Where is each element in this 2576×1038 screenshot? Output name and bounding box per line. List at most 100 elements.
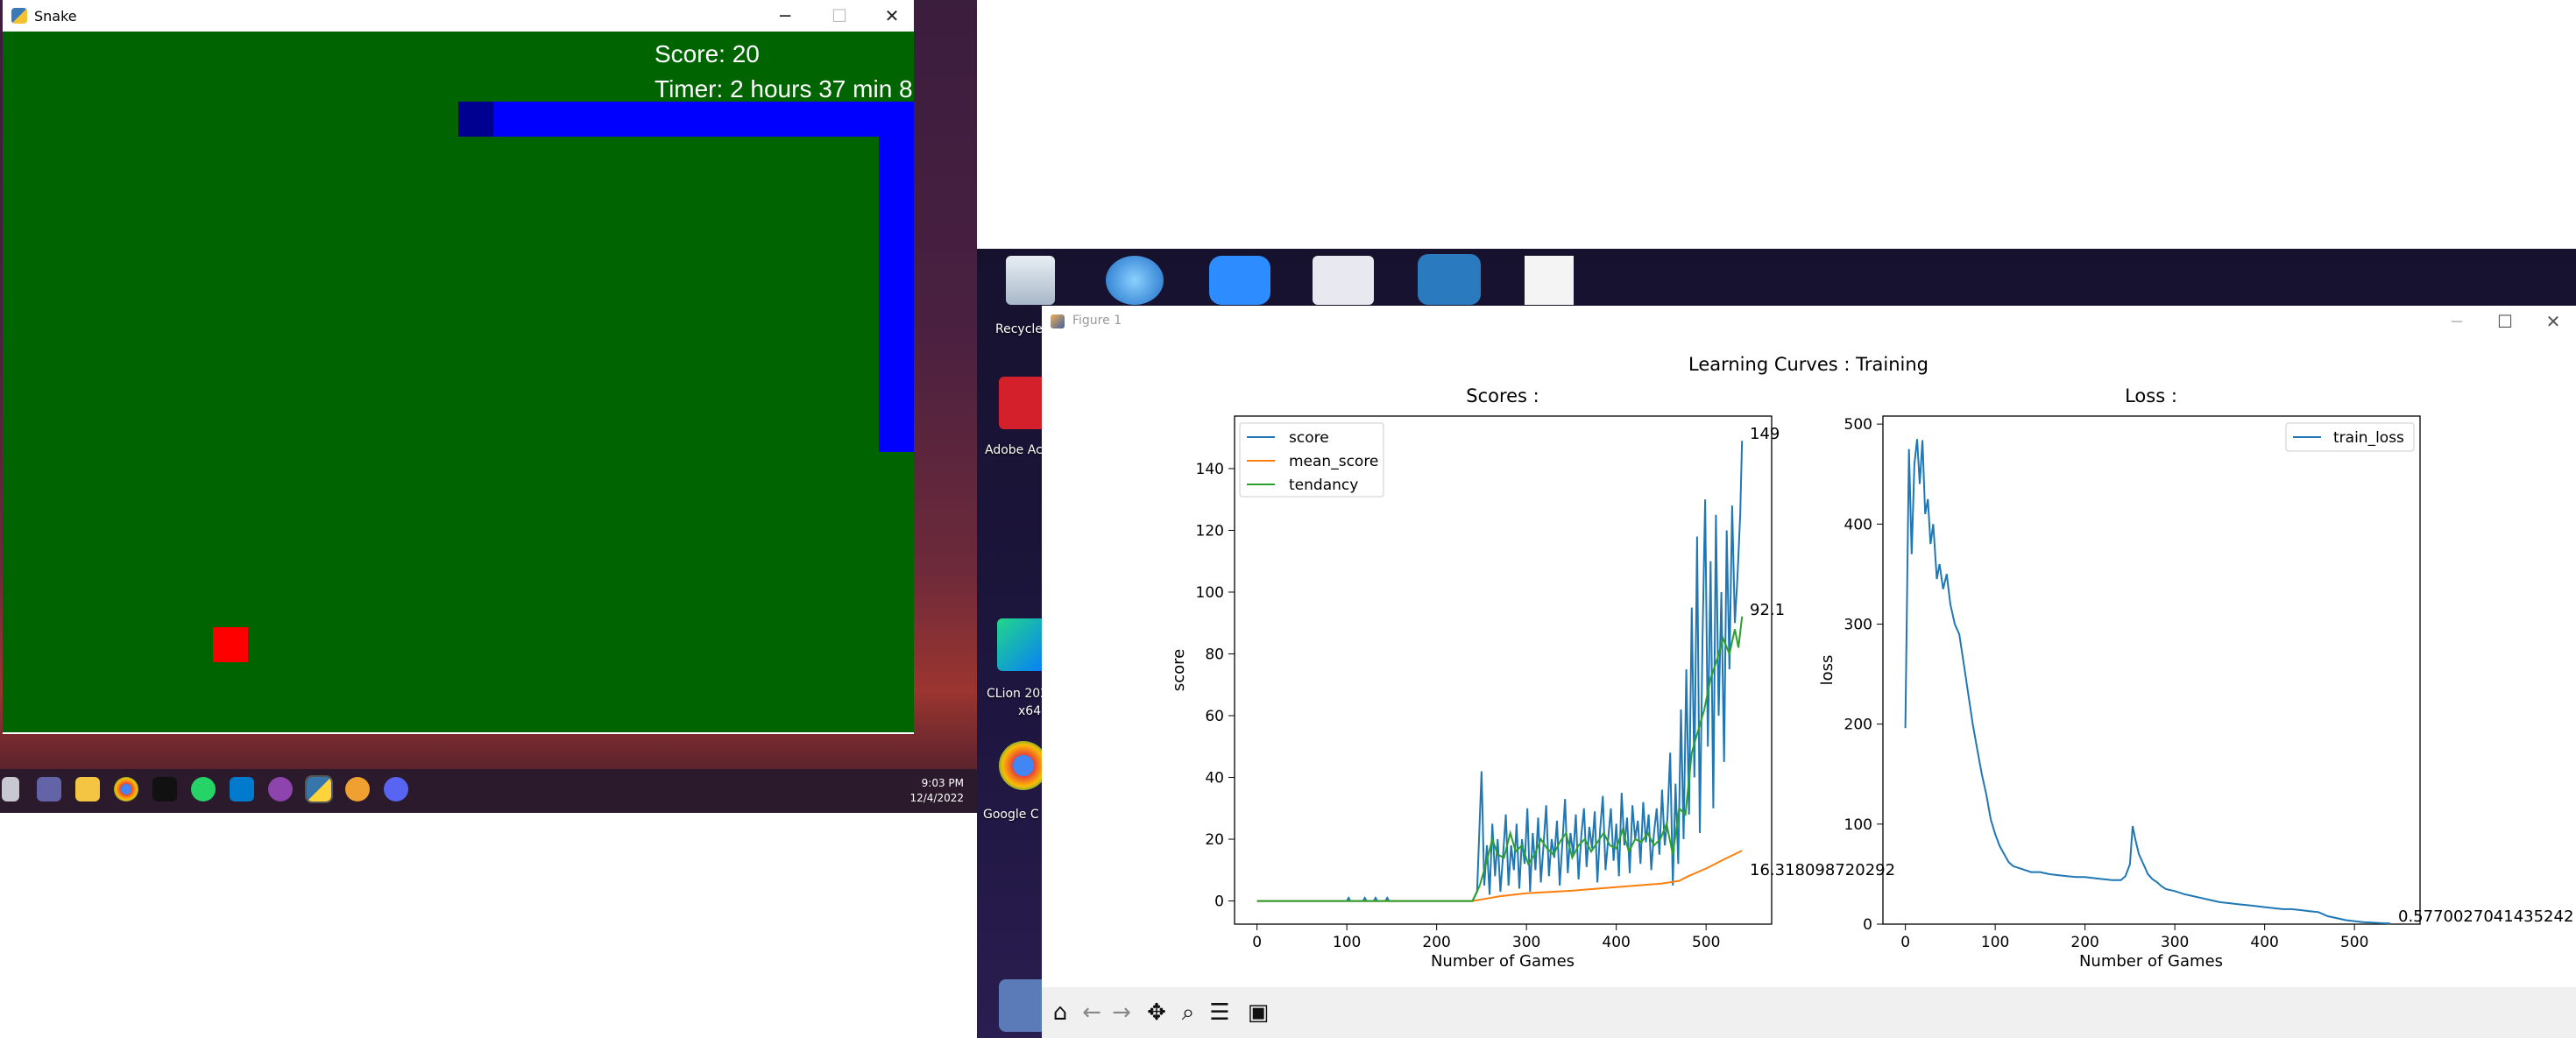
minimize-button[interactable]: ─ <box>772 3 798 29</box>
scores-yticks: 0 20 40 60 80 100 120 140 <box>1196 461 1235 911</box>
snake-window[interactable]: Snake ─ ☐ ✕ Score: 20 Timer: 2 hours 37 … <box>3 0 914 734</box>
clion-icon[interactable] <box>997 618 1046 671</box>
chrome-label: Google C <box>983 808 1039 822</box>
python-app-icon <box>11 8 27 24</box>
series-line-train-loss <box>1904 439 2391 925</box>
loss-yticks: 0 100 200 300 400 500 <box>1844 416 1883 934</box>
loss-lines <box>1904 439 2391 925</box>
pipe-icon[interactable] <box>345 777 370 801</box>
loss-title: Loss : <box>2125 385 2177 406</box>
save-icon[interactable]: ▣ <box>1245 999 1271 1026</box>
figure-titlebar[interactable]: Figure 1 ─ ☐ ✕ <box>1042 306 2576 337</box>
clock-time: 9:03 PM <box>921 777 964 789</box>
y-tick-label: 140 <box>1196 461 1224 478</box>
y-tick-label: 40 <box>1205 770 1224 787</box>
food-apple <box>213 627 248 662</box>
legend-mean-score-label: mean_score <box>1289 453 1378 470</box>
y-tick-label: 0 <box>1863 916 1872 934</box>
scores-ylabel: score <box>1170 649 1188 691</box>
figure-maximize-button[interactable]: ☐ <box>2492 308 2518 335</box>
vscode-icon[interactable] <box>230 777 254 801</box>
figure-minimize-button[interactable]: ─ <box>2444 308 2470 335</box>
x-tick-label: 500 <box>1692 934 1720 951</box>
discord-icon[interactable] <box>384 777 408 801</box>
snake-body-vertical <box>879 102 914 452</box>
y-tick-label: 500 <box>1844 416 1872 434</box>
cas-app-icon[interactable] <box>1418 254 1481 305</box>
back-icon[interactable]: ← <box>1079 999 1105 1026</box>
x-tick-label: 100 <box>1981 934 2009 951</box>
y-tick-label: 60 <box>1205 708 1224 725</box>
figure-canvas: Learning Curves : Training Scores : 0 100… <box>1170 354 2573 971</box>
score-last-annotation: 149 <box>1750 425 1780 443</box>
scores-title: Scores : <box>1466 385 1539 406</box>
x-tick-label: 400 <box>2250 934 2278 951</box>
loss-frame <box>1882 415 2421 925</box>
taskbar <box>0 769 977 813</box>
x-tick-label: 200 <box>1422 934 1450 951</box>
adobe-acrobat-icon[interactable] <box>999 377 1048 429</box>
y-tick-label: 120 <box>1196 522 1224 540</box>
snake-titlebar[interactable]: Snake ─ ☐ ✕ <box>3 0 914 32</box>
zoom-icon[interactable]: ⌕ <box>1175 999 1201 1026</box>
x-tick-label: 200 <box>2070 934 2098 951</box>
loss-ylabel: loss <box>1818 655 1836 686</box>
y-tick-label: 20 <box>1205 831 1224 849</box>
y-tick-label: 200 <box>1844 717 1872 734</box>
file-icon[interactable] <box>1525 256 1574 305</box>
y-tick-label: 100 <box>1844 816 1872 834</box>
y-tick-label: 0 <box>1214 893 1224 911</box>
mean-score-last-annotation: 16.318098720292 <box>1750 861 1895 879</box>
figure-window-title: Figure 1 <box>1072 314 1122 328</box>
file-explorer-icon[interactable] <box>75 777 100 801</box>
x-tick-label: 0 <box>1252 934 1262 951</box>
matplotlib-figure-window[interactable]: Figure 1 ─ ☐ ✕ Learning Curves : Trainin… <box>1042 306 2576 1038</box>
legend-train-loss-label: train_loss <box>2333 429 2404 447</box>
legend-tendancy-label: tendancy <box>1289 477 1358 494</box>
x-tick-label: 500 <box>2340 934 2368 951</box>
whatsapp-icon[interactable] <box>191 777 216 801</box>
matplotlib-icon <box>1051 314 1065 328</box>
jetbrains-icon[interactable] <box>152 777 177 801</box>
x-tick-label: 400 <box>1602 934 1630 951</box>
scores-xticks: 0 100 200 300 400 500 <box>1252 924 1720 951</box>
scores-lines <box>1256 441 1744 902</box>
maximize-button[interactable]: ☐ <box>826 3 853 29</box>
clock-date: 12/4/2022 <box>909 792 964 804</box>
terminal-icon[interactable] <box>2 777 19 801</box>
loss-last-annotation: 0.5770027041435242 <box>2398 907 2573 926</box>
y-tick-label: 100 <box>1196 584 1224 602</box>
home-icon[interactable]: ⌂ <box>1047 999 1073 1026</box>
series-line-score <box>1256 441 1744 902</box>
globe-app-icon[interactable] <box>1106 256 1164 305</box>
score-label: Score: 20 <box>655 40 760 67</box>
game-app-icon[interactable] <box>999 979 1048 1032</box>
pan-icon[interactable]: ✥ <box>1143 999 1170 1026</box>
figure-toolbar <box>1042 987 2576 1038</box>
figure-close-button[interactable]: ✕ <box>2540 308 2566 335</box>
snake-head <box>458 102 493 137</box>
google-chrome-desktop-icon[interactable] <box>999 741 1048 790</box>
clion-label: CLion 202 <box>987 687 1049 701</box>
snake-game-canvas[interactable]: Score: 20 Timer: 2 hours 37 min 8 s <box>3 32 914 732</box>
close-button[interactable]: ✕ <box>879 3 905 29</box>
configure-icon[interactable]: ☰ <box>1207 999 1233 1026</box>
document-app-icon[interactable] <box>1313 256 1374 305</box>
y-tick-label: 80 <box>1205 646 1224 663</box>
zoom-icon-desktop[interactable] <box>1209 256 1270 305</box>
snake-window-title: Snake <box>34 8 77 25</box>
figure-suptitle: Learning Curves : Training <box>1688 354 1928 375</box>
scores-xlabel: Number of Games <box>1431 952 1575 971</box>
y-tick-label: 400 <box>1844 516 1872 533</box>
loss-xlabel: Number of Games <box>2079 952 2223 971</box>
python-icon[interactable] <box>305 775 333 803</box>
github-desktop-icon[interactable] <box>268 777 293 801</box>
left-desktop: Snake ─ ☐ ✕ Score: 20 Timer: 2 hours 37 … <box>0 0 977 813</box>
teams-icon[interactable] <box>37 777 61 801</box>
loss-axes: Loss : 0 100 200 300 400 500 0 100 200 300 400 500… <box>1818 385 2573 971</box>
chrome-icon[interactable] <box>114 777 138 801</box>
forward-icon[interactable]: → <box>1108 999 1135 1026</box>
taskbar-clock[interactable]: 9:03 PM 12/4/2022 <box>902 776 964 806</box>
scores-axes: Scores : 0 100 200 300 400 500 0 20 40 60 80 100 12… <box>1170 385 1895 971</box>
recycle-bin-icon[interactable] <box>1006 256 1055 305</box>
